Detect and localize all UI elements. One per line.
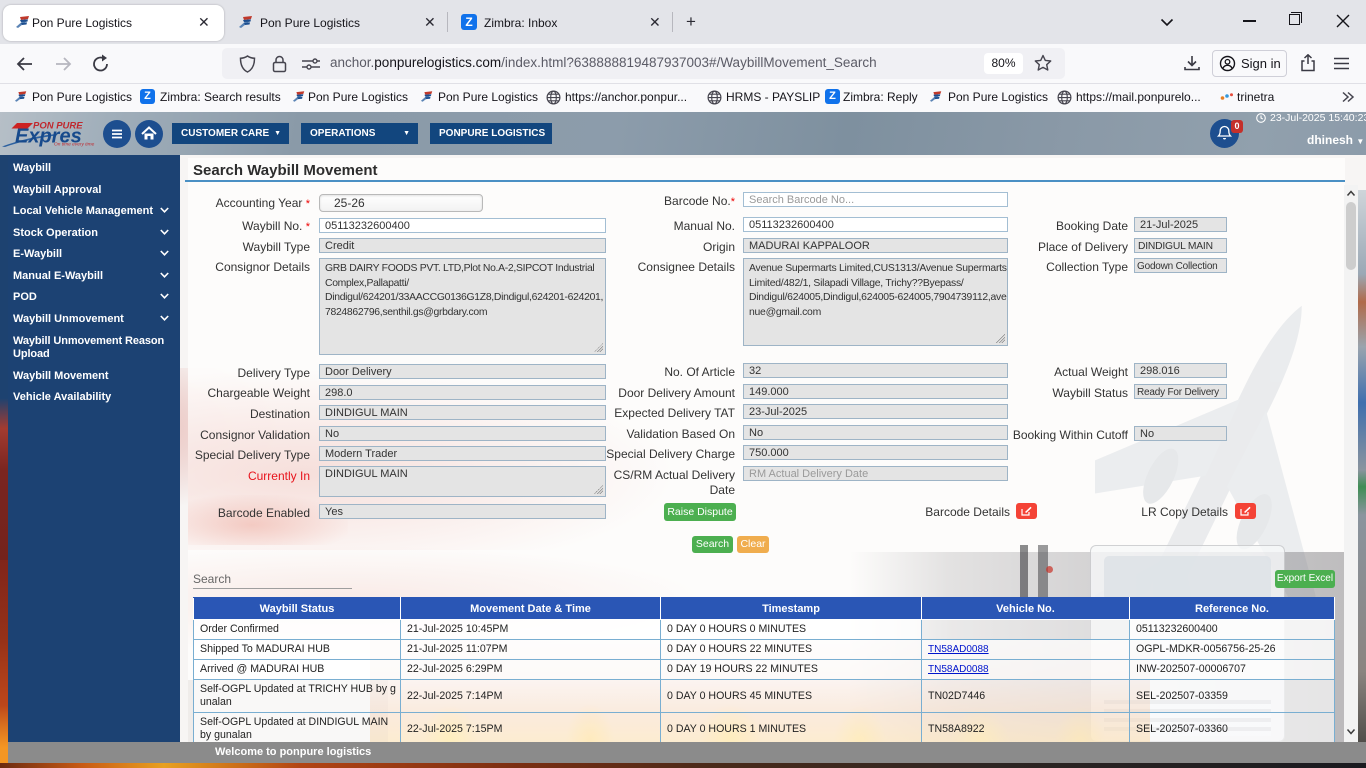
svg-text:On time every time: On time every time	[54, 142, 95, 148]
